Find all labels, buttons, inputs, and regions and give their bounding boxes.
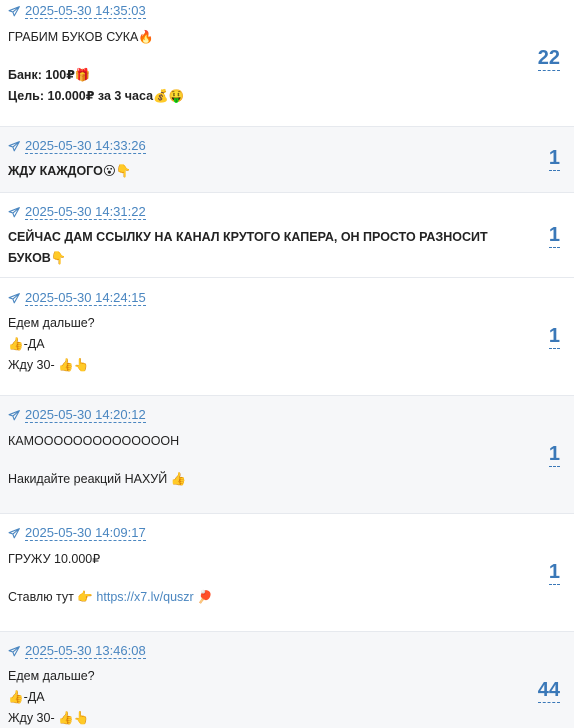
post-text: ЖДУ КАЖДОГО😮👇 bbox=[8, 161, 514, 182]
post-line: ЖДУ КАЖДОГО😮👇 bbox=[8, 164, 132, 178]
post-line: ГРУЖУ 10.000₽ bbox=[8, 552, 101, 566]
post-line bbox=[8, 48, 514, 65]
post-link[interactable]: https://x7.lv/quszr bbox=[96, 590, 193, 604]
post-feed: 2025-05-30 14:35:03 ГРАБИМ БУКОВ СУКА🔥 Б… bbox=[0, 0, 574, 728]
post-date-link[interactable]: 2025-05-30 14:33:26 bbox=[8, 139, 146, 154]
reaction-counter[interactable]: 1 bbox=[548, 443, 560, 467]
post-date-link[interactable]: 2025-05-30 14:24:15 bbox=[8, 291, 146, 306]
telegram-plane-icon bbox=[8, 6, 20, 17]
post-date: 2025-05-30 14:20:12 bbox=[25, 407, 146, 423]
post-date-link[interactable]: 2025-05-30 14:31:22 bbox=[8, 205, 146, 220]
post-date: 2025-05-30 14:09:17 bbox=[25, 525, 146, 541]
reaction-counter[interactable]: 1 bbox=[548, 561, 560, 585]
telegram-plane-icon bbox=[8, 207, 20, 218]
post-item: 2025-05-30 14:24:15 Едем дальше? 👍-ДА Жд… bbox=[0, 278, 574, 396]
post-line-text: Ставлю тут 👉 bbox=[8, 590, 93, 604]
post-item: 2025-05-30 14:35:03 ГРАБИМ БУКОВ СУКА🔥 Б… bbox=[0, 0, 574, 127]
post-line: Ставлю тут 👉 https://x7.lv/quszr 🏓 bbox=[8, 587, 514, 608]
post-line: Цель: 10.000₽ за 3 часа💰🤑 bbox=[8, 89, 185, 103]
post-text: Едем дальше? 👍-ДА Жду 30- 👍👆 bbox=[8, 666, 514, 728]
post-item: 2025-05-30 13:46:08 Едем дальше? 👍-ДА Жд… bbox=[0, 632, 574, 728]
post-date-link[interactable]: 2025-05-30 14:35:03 bbox=[8, 4, 146, 19]
post-item: 2025-05-30 14:31:22 СЕЙЧАС ДАМ ССЫЛКУ НА… bbox=[0, 193, 574, 278]
post-text: ГРУЖУ 10.000₽ Ставлю тут 👉 https://x7.lv… bbox=[8, 549, 514, 608]
post-line: Жду 30- 👍👆 bbox=[8, 358, 90, 372]
telegram-plane-icon bbox=[8, 646, 20, 657]
post-line: Едем дальше? bbox=[8, 316, 95, 330]
post-line: СЕЙЧАС ДАМ ССЫЛКУ НА КАНАЛ КРУТОГО КАПЕР… bbox=[8, 230, 488, 244]
telegram-plane-icon bbox=[8, 293, 20, 304]
post-line: ГРАБИМ БУКОВ СУКА🔥 bbox=[8, 30, 154, 44]
post-line bbox=[8, 452, 514, 469]
reaction-counter[interactable]: 1 bbox=[548, 325, 560, 349]
telegram-plane-icon bbox=[8, 410, 20, 421]
ping-pong-emoji: 🏓 bbox=[197, 590, 213, 604]
telegram-plane-icon bbox=[8, 141, 20, 152]
post-line: Банк: 100₽🎁 bbox=[8, 68, 91, 82]
post-item: 2025-05-30 14:09:17 ГРУЖУ 10.000₽ Ставлю… bbox=[0, 514, 574, 632]
post-line: 👍-ДА bbox=[8, 337, 45, 351]
post-date: 2025-05-30 14:33:26 bbox=[25, 138, 146, 154]
post-item: 2025-05-30 14:33:26 ЖДУ КАЖДОГО😮👇 1 bbox=[0, 127, 574, 193]
reaction-counter[interactable]: 22 bbox=[537, 47, 560, 71]
post-text: КАМООООООООООООООН Накидайте реакций НАХ… bbox=[8, 431, 514, 490]
post-line bbox=[8, 570, 514, 587]
post-line: Накидайте реакций НАХУЙ 👍 bbox=[8, 472, 187, 486]
post-date-link[interactable]: 2025-05-30 14:20:12 bbox=[8, 408, 146, 423]
reaction-counter[interactable]: 1 bbox=[548, 147, 560, 171]
post-date: 2025-05-30 14:24:15 bbox=[25, 290, 146, 306]
post-line: Едем дальше? bbox=[8, 669, 95, 683]
post-date: 2025-05-30 14:31:22 bbox=[25, 204, 146, 220]
telegram-plane-icon bbox=[8, 528, 20, 539]
post-line: Жду 30- 👍👆 bbox=[8, 711, 90, 725]
post-line: 👍-ДА bbox=[8, 690, 45, 704]
post-date-link[interactable]: 2025-05-30 14:09:17 bbox=[8, 526, 146, 541]
reaction-counter[interactable]: 1 bbox=[548, 224, 560, 248]
post-line: КАМООООООООООООООН bbox=[8, 434, 180, 448]
post-date: 2025-05-30 14:35:03 bbox=[25, 3, 146, 19]
post-item: 2025-05-30 14:20:12 КАМООООООООООООООН Н… bbox=[0, 396, 574, 514]
post-line: БУКОВ👇 bbox=[8, 251, 67, 265]
post-date-link[interactable]: 2025-05-30 13:46:08 bbox=[8, 644, 146, 659]
post-text: Едем дальше? 👍-ДА Жду 30- 👍👆 bbox=[8, 313, 514, 376]
post-text: СЕЙЧАС ДАМ ССЫЛКУ НА КАНАЛ КРУТОГО КАПЕР… bbox=[8, 227, 514, 269]
post-date: 2025-05-30 13:46:08 bbox=[25, 643, 146, 659]
reaction-counter[interactable]: 44 bbox=[537, 679, 560, 703]
post-text: ГРАБИМ БУКОВ СУКА🔥 Банк: 100₽🎁 Цель: 10.… bbox=[8, 27, 514, 107]
